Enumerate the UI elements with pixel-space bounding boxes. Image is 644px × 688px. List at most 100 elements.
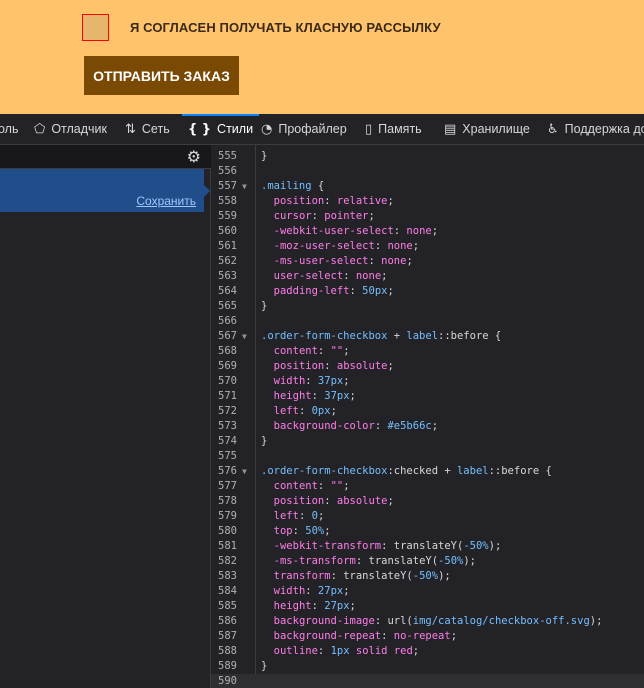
code-line[interactable]: 558 position: relative; <box>211 194 644 209</box>
code-line[interactable]: 574} <box>211 434 644 449</box>
code-line[interactable]: 590 <box>211 674 644 688</box>
code-line[interactable]: 573 background-color: #e5b66c; <box>211 419 644 434</box>
line-code: position: relative; <box>273 195 394 207</box>
line-number: 572 <box>218 405 237 417</box>
line-code: -webkit-user-select: none; <box>273 225 439 237</box>
code-line[interactable]: 555} <box>211 149 644 164</box>
mailing-checkbox[interactable] <box>82 14 109 41</box>
mailing-checkbox-label[interactable]: Я СОГЛАСЕН ПОЛУЧАТЬ КЛАСНУЮ РАССЫЛКУ <box>130 20 441 35</box>
code-line[interactable]: 569 position: absolute; <box>211 359 644 374</box>
code-line[interactable]: 588 outline: 1px solid red; <box>211 644 644 659</box>
code-line[interactable]: 586 background-image: url(img/catalog/ch… <box>211 614 644 629</box>
line-number: 561 <box>218 240 237 252</box>
line-number: 588 <box>218 645 237 657</box>
storage-icon: ▤ <box>444 121 457 137</box>
style-editor[interactable]: 555} 556 557 ▼ .mailing { 558 position: relat… <box>211 145 644 688</box>
code-line[interactable]: 578 position: absolute; <box>211 494 644 509</box>
code-line[interactable]: 576 ▼ .order-form-checkbox:checked + label… <box>211 464 644 479</box>
selected-stylesheet-row[interactable]: Сохранить <box>0 169 210 212</box>
code-line[interactable]: 577 content: ""; <box>211 479 644 494</box>
code-line[interactable]: 572 left: 0px; <box>211 404 644 419</box>
code-line[interactable]: 583 transform: translateY(-50%); <box>211 569 644 584</box>
braces-icon: { } <box>188 121 212 137</box>
fold-arrow-icon[interactable]: ▼ <box>242 329 247 344</box>
line-number: 565 <box>218 300 237 312</box>
line-code: top: 50%; <box>273 525 331 537</box>
line-number: 582 <box>218 555 237 567</box>
code-line[interactable]: 582 -ms-transform: translateY(-50%); <box>211 554 644 569</box>
code-line[interactable]: 584 width: 27px; <box>211 584 644 599</box>
fold-arrow-icon[interactable]: ▼ <box>242 179 247 194</box>
line-code: cursor: pointer; <box>273 210 375 222</box>
submit-order-button[interactable]: ОТПРАВИТЬ ЗАКАЗ <box>84 56 239 95</box>
line-code: .order-form-checkbox:checked + label::be… <box>261 465 552 477</box>
code-line[interactable]: 580 top: 50%; <box>211 524 644 539</box>
tab-styles[interactable]: { } Стили <box>181 114 260 144</box>
line-number: 557 <box>218 180 237 192</box>
gear-icon[interactable]: ⚙ <box>187 147 201 166</box>
code-line[interactable]: 579 left: 0; <box>211 509 644 524</box>
tab-debugger[interactable]: ⬠ Отладчик <box>34 114 107 144</box>
code-line[interactable]: 587 background-repeat: no-repeat; <box>211 629 644 644</box>
code-line[interactable]: 563 user-select: none; <box>211 269 644 284</box>
line-number: 590 <box>218 675 237 687</box>
line-number: 583 <box>218 570 237 582</box>
line-number: 568 <box>218 345 237 357</box>
line-number: 577 <box>218 480 237 492</box>
code-line[interactable]: 560 -webkit-user-select: none; <box>211 224 644 239</box>
code-line[interactable]: 581 -webkit-transform: translateY(-50%); <box>211 539 644 554</box>
code-line[interactable]: 556 <box>211 164 644 179</box>
tab-memory[interactable]: ▯ Память <box>365 114 422 144</box>
line-code: left: 0; <box>273 510 325 522</box>
save-link[interactable]: Сохранить <box>136 194 196 208</box>
line-number: 586 <box>218 615 237 627</box>
line-number: 574 <box>218 435 237 447</box>
line-number: 579 <box>218 510 237 522</box>
code-line[interactable]: 564 padding-left: 50px; <box>211 284 644 299</box>
tab-storage[interactable]: ▤ Хранилище <box>444 114 530 144</box>
line-number: 559 <box>218 210 237 222</box>
line-code: content: ""; <box>273 345 350 357</box>
code-line[interactable]: 568 content: ""; <box>211 344 644 359</box>
line-code: background-repeat: no-repeat; <box>273 630 458 642</box>
code-line[interactable]: 562 -ms-user-select: none; <box>211 254 644 269</box>
line-number: 587 <box>218 630 237 642</box>
code-line[interactable]: 571 height: 37px; <box>211 389 644 404</box>
line-number: 585 <box>218 600 237 612</box>
line-code: background-color: #e5b66c; <box>273 420 439 432</box>
code-line[interactable]: 565} <box>211 299 644 314</box>
code-line[interactable]: 566 <box>211 314 644 329</box>
tab-profiler[interactable]: ◔ Профайлер <box>261 114 347 144</box>
code-line[interactable]: 585 height: 27px; <box>211 599 644 614</box>
fold-arrow-icon[interactable]: ▼ <box>242 464 247 479</box>
line-code: position: absolute; <box>273 360 394 372</box>
tab-accessibility[interactable]: ♿ Поддержка до <box>547 114 644 144</box>
line-code: } <box>261 300 268 312</box>
line-code: width: 37px; <box>273 375 350 387</box>
code-line[interactable]: 589} <box>211 659 644 674</box>
tab-network-label: Сеть <box>141 122 170 136</box>
line-number: 567 <box>218 330 237 342</box>
tab-storage-label: Хранилище <box>462 122 530 136</box>
line-number: 581 <box>218 540 237 552</box>
line-code: user-select: none; <box>273 270 388 282</box>
code-line[interactable]: 570 width: 37px; <box>211 374 644 389</box>
line-number: 570 <box>218 375 237 387</box>
line-code: left: 0px; <box>273 405 337 417</box>
line-code: -moz-user-select: none; <box>273 240 420 252</box>
code-line[interactable]: 567 ▼ .order-form-checkbox + label::before… <box>211 329 644 344</box>
line-number: 566 <box>218 315 237 327</box>
tab-network[interactable]: ⇅ Сеть <box>125 114 170 144</box>
line-code: .mailing { <box>261 180 325 192</box>
profiler-icon: ◔ <box>261 121 273 137</box>
line-number: 580 <box>218 525 237 537</box>
line-code: transform: translateY(-50%); <box>273 570 451 582</box>
tab-console[interactable]: оль <box>0 114 18 144</box>
line-code: position: absolute; <box>273 495 394 507</box>
code-line[interactable]: 557 ▼ .mailing { <box>211 179 644 194</box>
code-line[interactable]: 559 cursor: pointer; <box>211 209 644 224</box>
code-line[interactable]: 575 <box>211 449 644 464</box>
tab-debugger-label: Отладчик <box>51 122 107 136</box>
code-line[interactable]: 561 -moz-user-select: none; <box>211 239 644 254</box>
accessibility-icon: ♿ <box>547 121 559 137</box>
